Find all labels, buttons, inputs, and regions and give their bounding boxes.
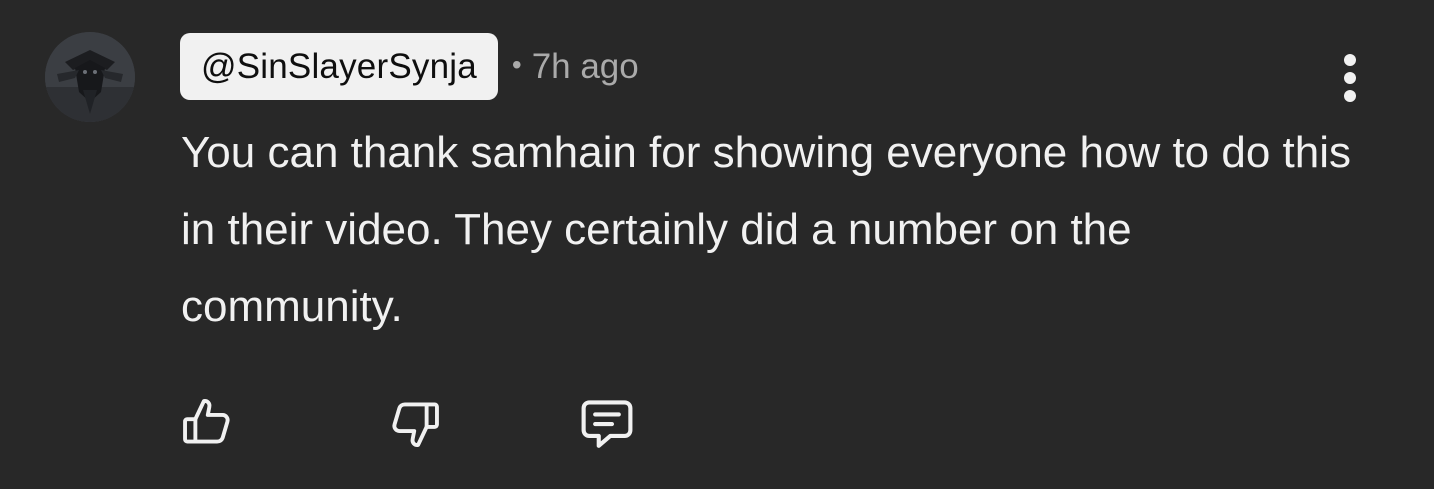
- comment-timestamp[interactable]: 7h ago: [532, 47, 639, 87]
- reply-button[interactable]: [572, 388, 642, 458]
- author-handle: @SinSlayerSynja: [201, 46, 477, 86]
- more-vertical-icon: [1344, 54, 1356, 102]
- comment-header: @SinSlayerSynja • 7h ago: [180, 33, 639, 100]
- more-options-button[interactable]: [1326, 48, 1374, 108]
- thumbs-up-icon: [183, 399, 230, 444]
- avatar[interactable]: [45, 32, 135, 122]
- like-button[interactable]: [172, 388, 242, 458]
- comment-reply-icon: [581, 400, 633, 448]
- avatar-image: [45, 32, 135, 122]
- thumbs-down-icon: [392, 402, 439, 447]
- meta-separator: •: [511, 48, 522, 80]
- comment-text: You can thank samhain for showing everyo…: [181, 128, 1351, 331]
- author-handle-chip[interactable]: @SinSlayerSynja: [180, 33, 498, 100]
- dislike-button[interactable]: [380, 388, 450, 458]
